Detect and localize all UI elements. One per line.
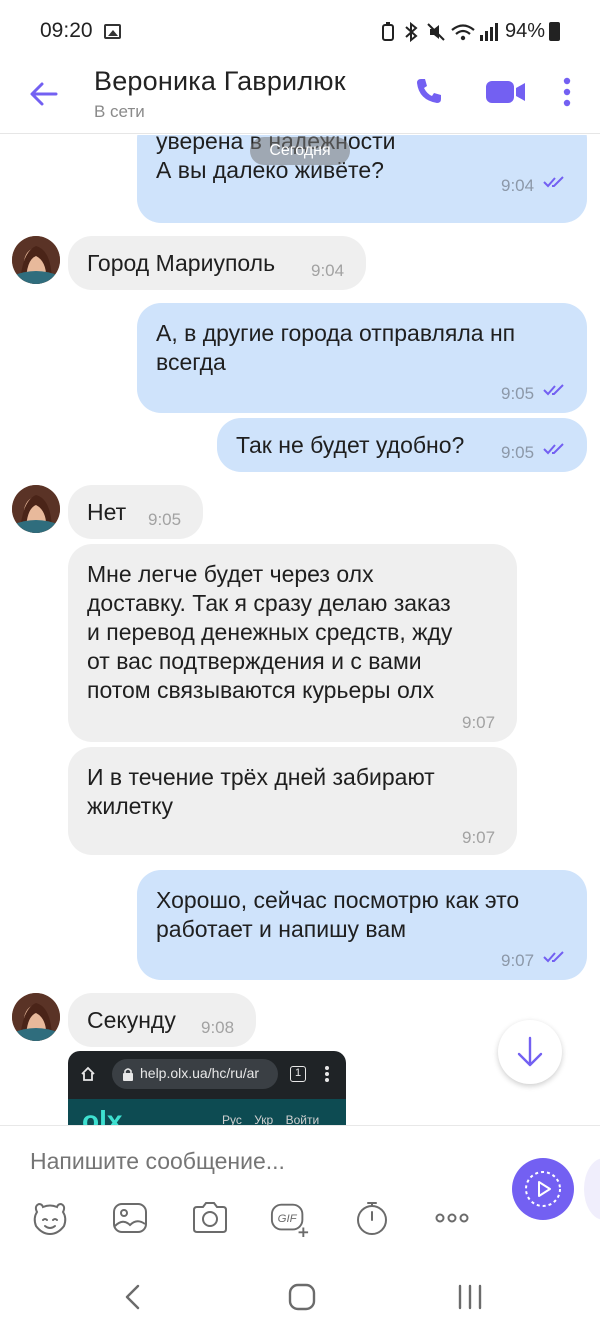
more-options-icon[interactable] [561,76,573,108]
video-call-icon[interactable] [485,78,527,106]
olx-link: Укр [254,1113,274,1125]
message-bubble-incoming[interactable]: Секунду 9:08 [68,993,256,1047]
message-bubble-incoming[interactable]: Мне легче будет через олх доставку. Так … [68,544,517,742]
nav-recents-icon[interactable] [454,1281,486,1313]
message-bubble-outgoing[interactable]: уверена в надежности А вы далеко живёте?… [137,135,587,223]
message-bubble-incoming[interactable]: Город Мариуполь 9:04 [68,236,366,290]
more-icon[interactable] [432,1198,472,1238]
home-icon [81,1066,95,1081]
message-bubble-outgoing[interactable]: Хорошо, сейчас посмотрю как это работает… [137,870,587,980]
status-time: 09:20 [40,19,93,42]
browser-menu-icon [325,1066,329,1082]
url-pill: help.olx.ua/hc/ru/ar [112,1059,278,1089]
read-ticks-icon [543,176,564,188]
chat-header: Вероника Гаврилюк В сети [0,62,600,134]
battery-level: 94% [504,20,545,42]
call-icon[interactable] [414,76,444,106]
read-ticks-icon [543,443,564,455]
image-message-preview[interactable]: help.olx.ua/hc/ru/ar 1 olx Рус Укр Войти [68,1051,346,1125]
message-text: А, в другие города отправляла нп всегда [156,320,516,375]
olx-logo: olx [82,1105,123,1125]
nav-home-icon[interactable] [286,1281,318,1313]
message-bubble-incoming[interactable]: Нет 9:05 [68,485,203,539]
message-composer: GIF [0,1125,600,1257]
avatar[interactable] [12,485,60,533]
olx-link: Рус [222,1113,242,1125]
message-text: Хорошо, сейчас посмотрю как это работает… [156,887,520,942]
read-ticks-icon [543,951,564,963]
message-time: 9:08 [201,1018,235,1037]
signal-icon [480,23,498,41]
avatar-image [12,236,60,284]
scroll-to-bottom-button[interactable] [498,1020,562,1084]
avatar[interactable] [12,993,60,1041]
message-bubble-outgoing[interactable]: Так не будет удобно? 9:05 [217,418,587,472]
message-list[interactable]: уверена в надежности А вы далеко живёте?… [0,135,600,1125]
system-navigation-bar [0,1257,600,1332]
message-time: 9:07 [462,828,496,847]
olx-link: Войти [285,1113,320,1125]
tabs-count: 1 [290,1066,306,1082]
message-time: 9:05 [501,384,535,403]
message-text: Нет [87,499,127,525]
gif-icon[interactable]: GIF [270,1198,310,1238]
arrow-down-icon [517,1036,543,1067]
message-input[interactable] [30,1148,450,1175]
message-time: 9:05 [501,443,535,462]
message-time: 9:07 [501,951,535,970]
timer-icon[interactable] [352,1198,392,1238]
avatar-image [12,485,60,533]
status-bar: 09:20 94% [0,0,600,62]
olx-header: olx Рус Укр Войти [68,1099,346,1125]
browser-bar: help.olx.ua/hc/ru/ar 1 [76,1059,338,1089]
send-voice-button[interactable] [512,1158,574,1220]
message-bubble-outgoing[interactable]: А, в другие города отправляла нп всегда … [137,303,587,413]
olx-links: Рус Укр Войти [222,1113,328,1125]
url-text: help.olx.ua/hc/ru/ar [140,1065,260,1081]
message-time: 9:04 [311,261,345,280]
battery-saver-icon [382,22,394,41]
gallery-notification-icon [104,24,121,39]
message-time: 9:07 [462,713,496,732]
contact-status: В сети [94,102,145,121]
contact-name[interactable]: Вероника Гаврилюк [94,66,346,97]
nav-back-icon[interactable] [118,1281,150,1313]
svg-text:GIF: GIF [278,1213,298,1225]
avatar-image [12,993,60,1041]
sticker-icon[interactable] [30,1198,70,1238]
date-divider: Сегодня [250,137,350,165]
message-text: Секунду [87,1007,176,1033]
message-text: Мне легче будет через олх доставку. Так … [87,561,453,703]
message-time: 9:04 [501,176,535,195]
message-text: Так не будет удобно? [236,432,465,458]
message-bubble-incoming[interactable]: И в течение трёх дней забирают жилетку 9… [68,747,517,855]
lock-icon [123,1068,133,1081]
read-ticks-icon [543,384,564,396]
back-arrow-icon[interactable] [28,78,60,110]
mute-icon [427,23,445,41]
battery-icon [549,22,560,41]
status-icons [382,21,498,43]
play-circle-icon [525,1171,561,1207]
camera-icon[interactable] [190,1198,230,1238]
message-text: И в течение трёх дней забирают жилетку [87,764,435,819]
message-time: 9:05 [148,510,182,529]
bluetooth-icon [405,21,418,43]
wifi-icon [451,24,475,41]
avatar[interactable] [12,236,60,284]
gallery-icon[interactable] [110,1198,150,1238]
message-text: Город Мариуполь [87,250,276,276]
secondary-action-edge[interactable] [584,1158,600,1220]
